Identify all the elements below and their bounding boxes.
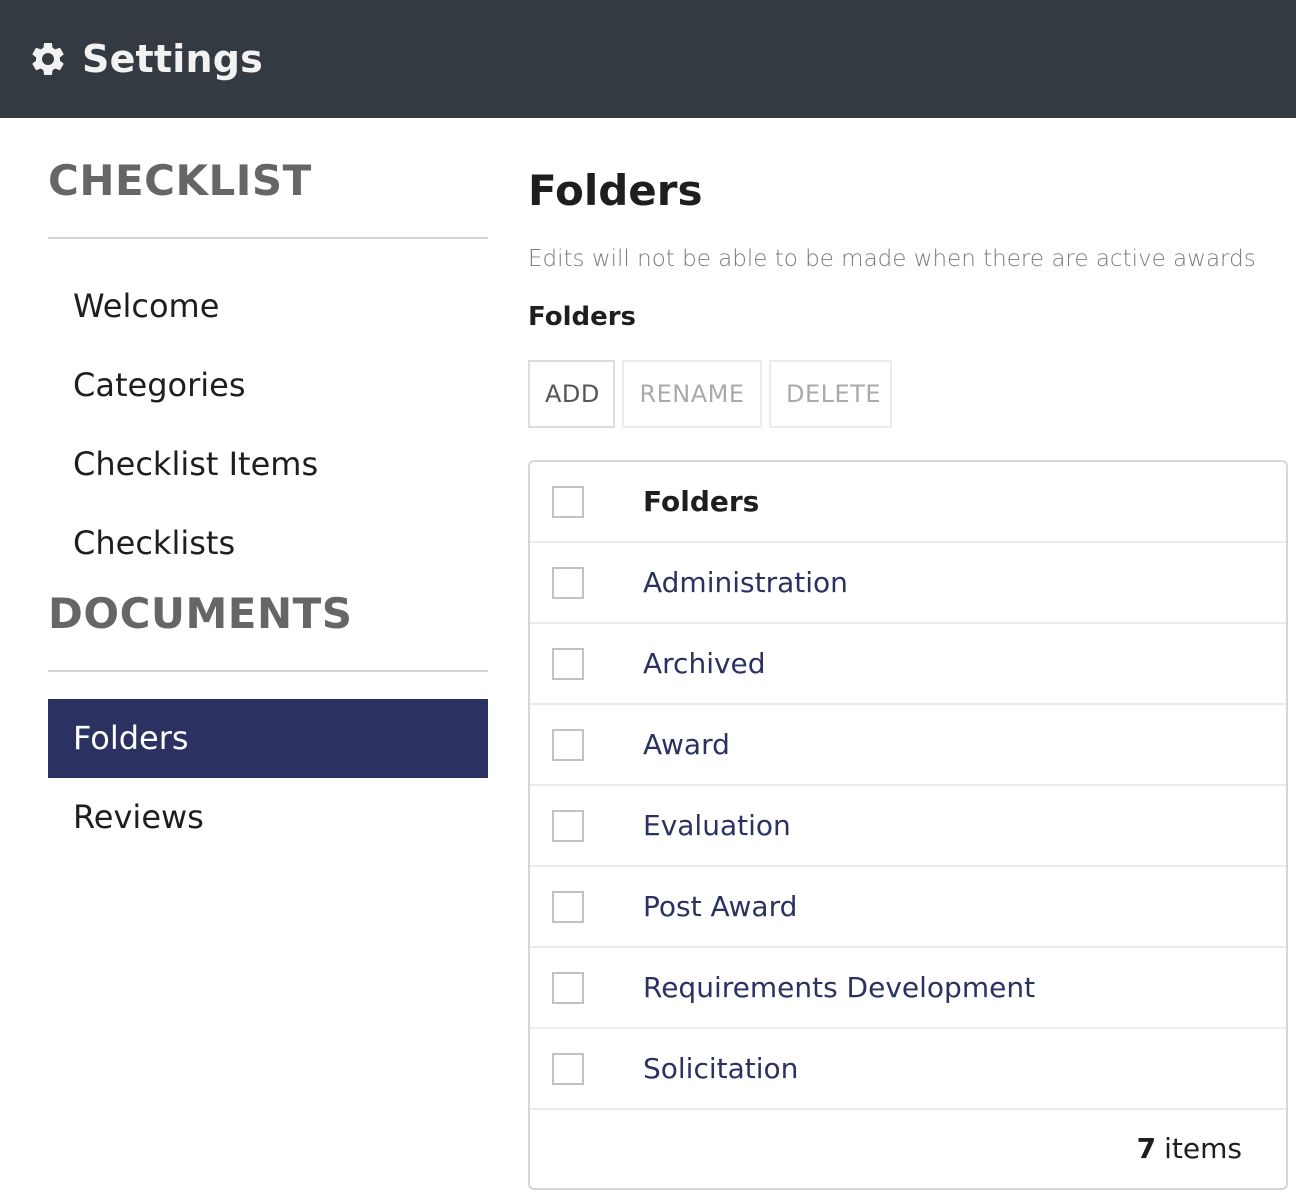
folder-name[interactable]: Solicitation xyxy=(643,1052,798,1085)
table-row[interactable]: Solicitation xyxy=(530,1029,1286,1110)
folders-subheading: Folders xyxy=(528,302,637,332)
row-checkbox[interactable] xyxy=(552,647,584,680)
sidebar-item-categories[interactable]: Categories xyxy=(48,346,488,425)
rename-button[interactable]: RENAME xyxy=(622,360,762,428)
grid-header-row: Folders xyxy=(530,462,1286,543)
sidebar-section-documents: DOCUMENTS xyxy=(48,589,353,638)
grid-footer: 7 items xyxy=(530,1110,1286,1186)
sidebar-item-checklist-items[interactable]: Checklist Items xyxy=(48,425,488,504)
folder-name[interactable]: Archived xyxy=(643,647,766,680)
folders-grid: Folders Administration Archived Award Ev… xyxy=(528,460,1288,1190)
table-row[interactable]: Administration xyxy=(530,543,1286,624)
page-header-title: Settings xyxy=(82,37,263,81)
item-count: 7 xyxy=(1136,1131,1157,1165)
folder-name[interactable]: Award xyxy=(643,728,730,761)
add-button[interactable]: ADD xyxy=(528,360,615,428)
column-header-folders[interactable]: Folders xyxy=(643,485,759,518)
item-count-label: items xyxy=(1164,1131,1242,1165)
row-checkbox[interactable] xyxy=(552,809,584,842)
row-checkbox[interactable] xyxy=(552,728,584,761)
select-all-checkbox[interactable] xyxy=(552,485,584,518)
row-checkbox[interactable] xyxy=(552,971,584,1004)
folder-name[interactable]: Requirements Development xyxy=(643,971,1035,1004)
folder-toolbar: ADD RENAME DELETE xyxy=(528,360,892,428)
table-row[interactable]: Evaluation xyxy=(530,786,1286,867)
folder-name[interactable]: Administration xyxy=(643,566,848,599)
top-bar: Settings xyxy=(0,0,1296,118)
settings-sidebar: CHECKLIST Welcome Categories Checklist I… xyxy=(48,118,488,857)
row-checkbox[interactable] xyxy=(552,1052,584,1085)
sidebar-item-folders[interactable]: Folders xyxy=(48,699,488,778)
page-title: Folders xyxy=(528,166,703,215)
table-row[interactable]: Award xyxy=(530,705,1286,786)
table-row[interactable]: Requirements Development xyxy=(530,948,1286,1029)
folder-name[interactable]: Evaluation xyxy=(643,809,791,842)
delete-button[interactable]: DELETE xyxy=(769,360,892,428)
table-row[interactable]: Archived xyxy=(530,624,1286,705)
table-row[interactable]: Post Award xyxy=(530,867,1286,948)
sidebar-item-checklists[interactable]: Checklists xyxy=(48,504,488,583)
row-checkbox[interactable] xyxy=(552,890,584,923)
sidebar-item-welcome[interactable]: Welcome xyxy=(48,267,488,346)
row-checkbox[interactable] xyxy=(552,566,584,599)
gear-icon xyxy=(28,39,68,79)
edit-notice: Edits will not be able to be made when t… xyxy=(528,246,1256,272)
sidebar-section-checklist: CHECKLIST xyxy=(48,156,312,205)
sidebar-item-reviews[interactable]: Reviews xyxy=(48,778,488,857)
folder-name[interactable]: Post Award xyxy=(643,890,797,923)
